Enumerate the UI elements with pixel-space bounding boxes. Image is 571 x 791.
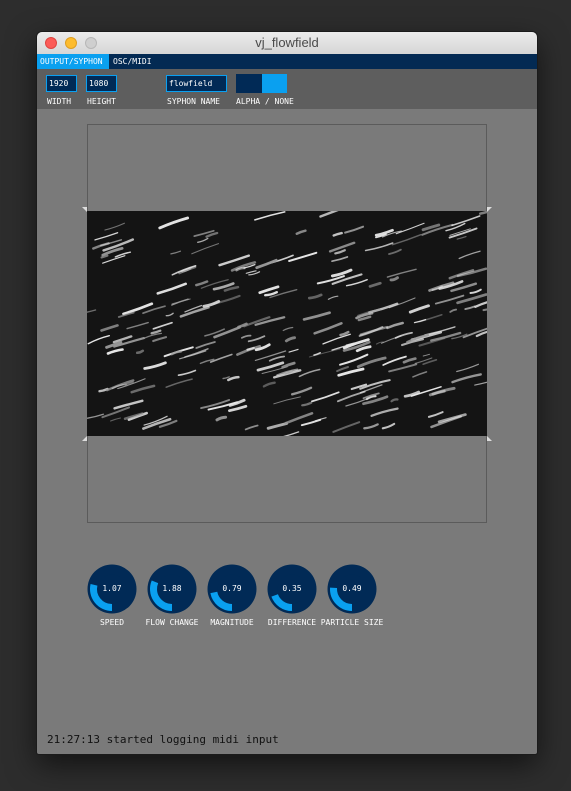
- corner-marker-bl: [82, 436, 87, 441]
- particle-size-label: PARTICLE SIZE: [320, 618, 384, 627]
- particle-size-value: 0.49: [342, 584, 362, 593]
- corner-marker-tl: [82, 207, 87, 212]
- difference-knob[interactable]: 0.35: [267, 564, 317, 614]
- preview-corner-markers: [82, 207, 492, 441]
- corner-marker-br: [487, 436, 492, 441]
- speed-knob[interactable]: 1.07: [87, 564, 137, 614]
- difference-value: 0.35: [282, 584, 302, 593]
- speed-value: 1.07: [102, 584, 122, 593]
- flow-change-value: 1.88: [162, 584, 182, 593]
- status-message: 21:27:13 started logging midi input: [47, 733, 279, 746]
- magnitude-value: 0.79: [222, 584, 242, 593]
- app-window: vj_flowfield OUTPUT/SYPHON OSC/MIDI 1920…: [37, 32, 537, 754]
- magnitude-knob[interactable]: 0.79: [207, 564, 257, 614]
- corner-marker-tr: [487, 207, 492, 212]
- flow-change-knob[interactable]: 1.88: [147, 564, 197, 614]
- particle-size-knob[interactable]: 0.49: [327, 564, 377, 614]
